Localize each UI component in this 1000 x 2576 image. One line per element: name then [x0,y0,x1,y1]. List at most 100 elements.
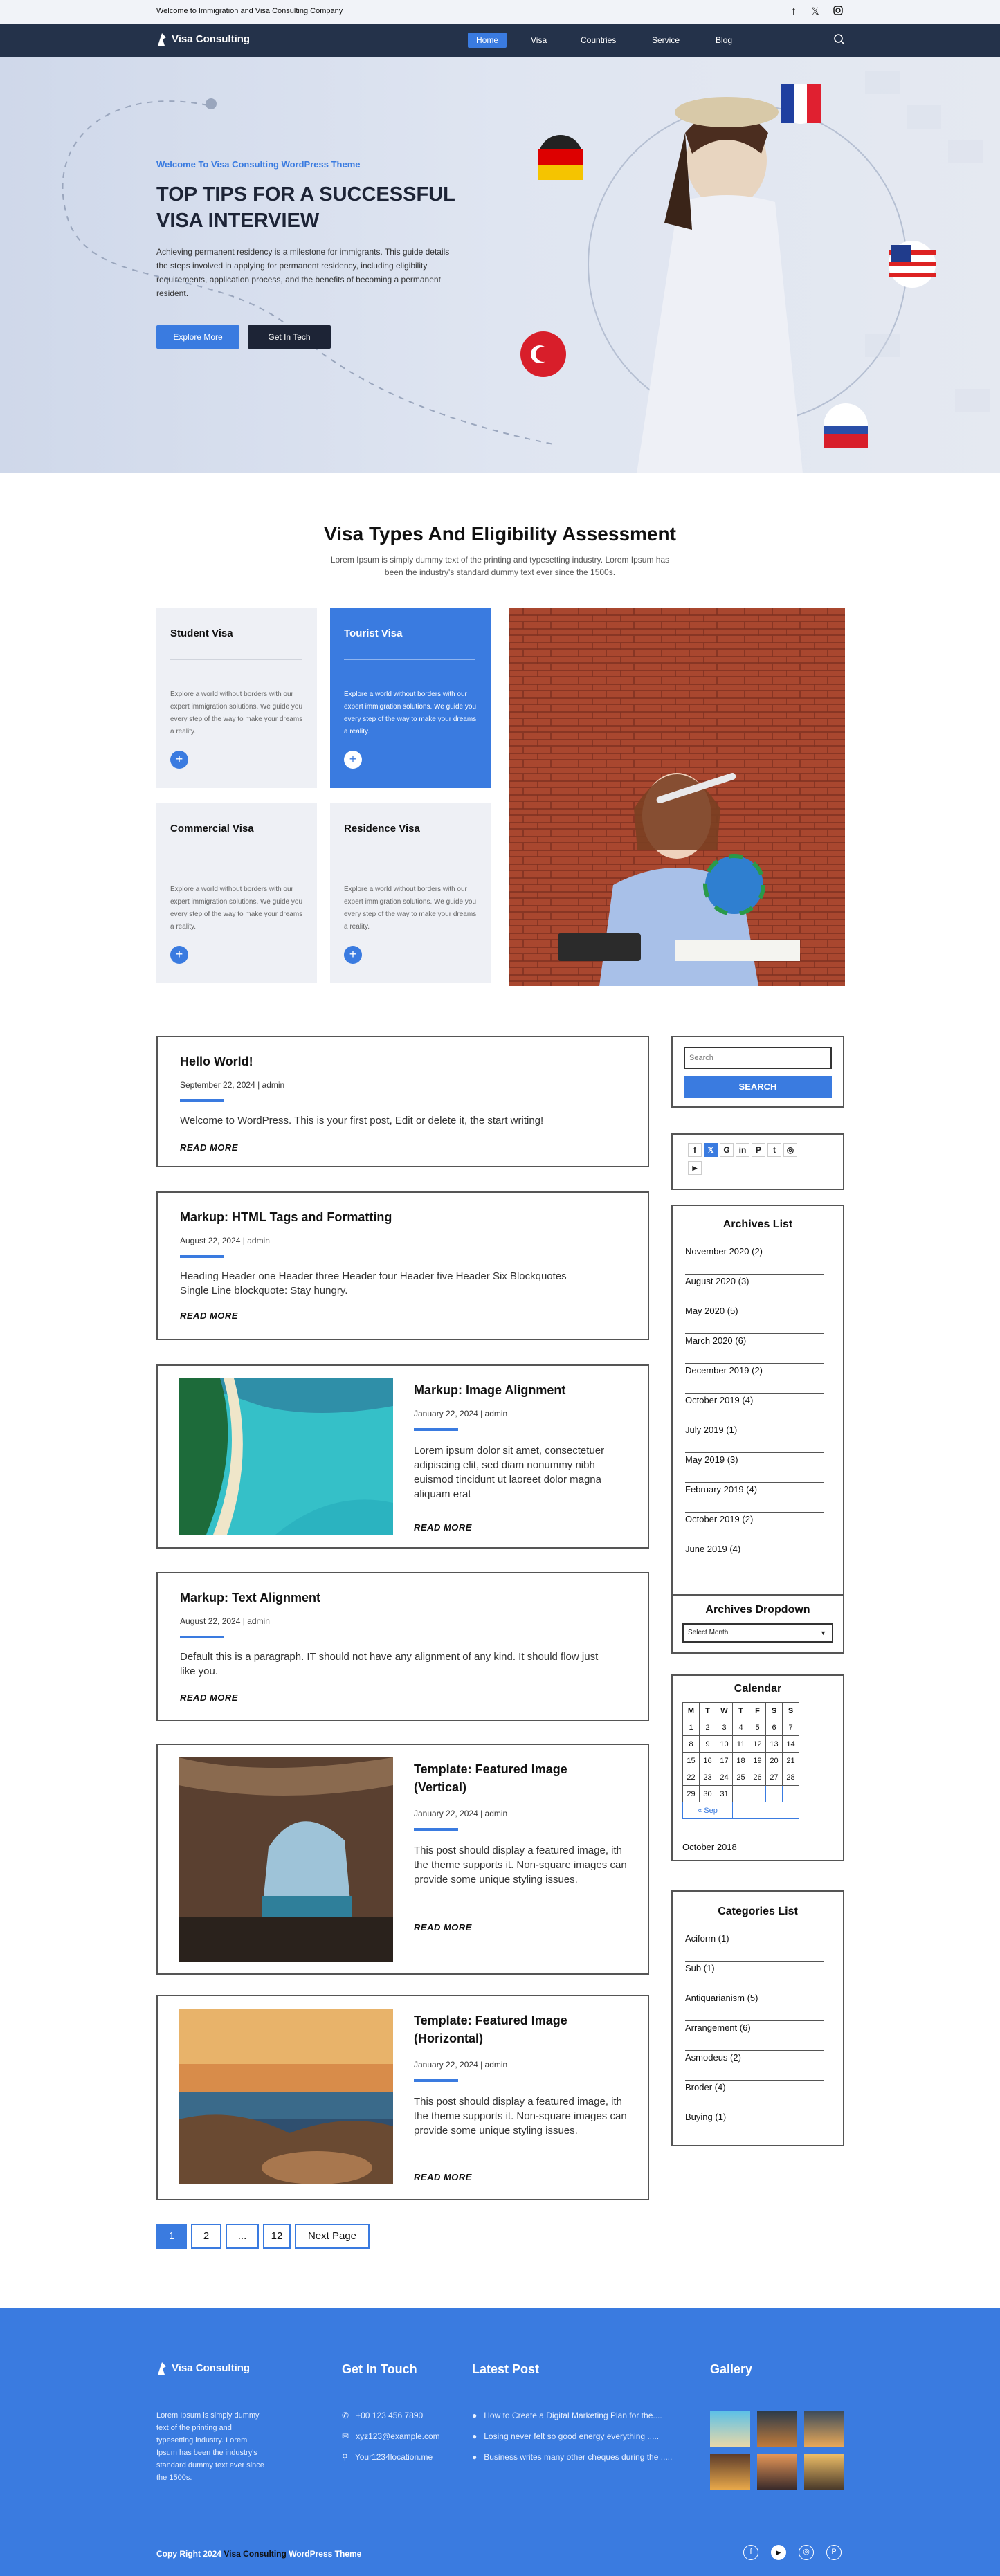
calendar-empty [749,1802,799,1819]
plus-icon[interactable]: + [170,946,188,964]
post-featured-image[interactable] [179,1757,393,1962]
post-card: Markup: Image Alignment January 22, 2024… [156,1364,649,1549]
post-card: Markup: Text Alignment August 22, 2024 |… [156,1572,649,1721]
archive-link[interactable]: July 2019 (1) [685,1423,824,1453]
category-link[interactable]: Sub (1) [685,1962,824,1991]
post-title[interactable]: Template: Featured Image (Vertical) [414,1760,621,1796]
gallery-thumb[interactable] [757,2411,797,2447]
email-text[interactable]: xyz123@example.com [356,2431,440,2441]
x-twitter-icon[interactable]: 𝕏 [704,1143,718,1157]
latest-post-item[interactable]: ● Business writes many other cheques dur… [472,2451,672,2463]
google-icon[interactable]: G [720,1143,734,1157]
read-more-link[interactable]: READ MORE [414,2172,472,2182]
hero-description: Achieving permanent residency is a miles… [156,247,450,298]
archive-link[interactable]: May 2019 (3) [685,1453,824,1483]
archive-link[interactable]: March 2020 (6) [685,1334,824,1364]
category-link[interactable]: Broder (4) [685,2081,824,2110]
gallery-thumb[interactable] [710,2454,750,2490]
read-more-link[interactable]: READ MORE [180,1142,238,1153]
next-page-button[interactable]: Next Page [295,2224,370,2249]
tumblr-icon[interactable]: t [767,1143,781,1157]
pinterest-icon[interactable]: P [826,2545,842,2560]
social-icons: f 𝕏 Gin Pt ◎ ▶ [688,1143,797,1175]
archive-link[interactable]: May 2020 (5) [685,1304,824,1334]
post-featured-image[interactable] [179,2009,393,2184]
instagram-icon[interactable] [833,6,844,17]
search-button[interactable]: SEARCH [684,1076,832,1098]
category-link[interactable]: Antiquarianism (5) [685,1991,824,2021]
facebook-icon[interactable]: f [788,6,799,17]
page-12-button[interactable]: 12 [263,2224,291,2249]
instagram-icon[interactable]: ◎ [783,1143,797,1157]
calendar-date: 30 [699,1785,716,1802]
plus-icon[interactable]: + [344,946,362,964]
pinterest-icon[interactable]: P [752,1143,765,1157]
read-more-link[interactable]: READ MORE [414,1522,472,1533]
read-more-link[interactable]: READ MORE [180,1692,238,1703]
page-1-button[interactable]: 1 [156,2224,187,2249]
visa-card-tourist[interactable]: Tourist Visa Explore a world without bor… [330,608,491,788]
latest-post-link[interactable]: Business writes many other cheques durin… [484,2452,672,2462]
search-icon[interactable] [833,33,846,49]
latest-post-item[interactable]: ● Losing never felt so good energy every… [472,2430,659,2442]
facebook-icon[interactable]: f [688,1143,702,1157]
archive-link[interactable]: December 2019 (2) [685,1364,824,1394]
calendar-date: 29 [682,1785,700,1802]
post-title[interactable]: Markup: Image Alignment [414,1381,565,1399]
archive-link[interactable]: June 2019 (4) [685,1542,824,1572]
month-select[interactable]: Select Month ▼ [682,1623,833,1643]
nav-visa[interactable]: Visa [522,33,555,48]
page-2-button[interactable]: 2 [191,2224,221,2249]
post-title[interactable]: Hello World! [180,1052,253,1070]
site-logo[interactable]: Visa Consulting [156,32,250,47]
latest-post-item[interactable]: ● How to Create a Digital Marketing Plan… [472,2409,662,2422]
read-more-link[interactable]: READ MORE [414,1922,472,1933]
post-title[interactable]: Template: Featured Image (Horizontal) [414,2011,621,2047]
archive-link[interactable]: October 2019 (4) [685,1394,824,1423]
nav-countries[interactable]: Countries [572,33,624,48]
gallery-thumb[interactable] [804,2411,844,2447]
post-title[interactable]: Markup: HTML Tags and Formatting [180,1208,392,1226]
calendar-date: 22 [682,1769,700,1786]
calendar-day-header: F [749,1702,766,1719]
footer-logo[interactable]: Visa Consulting [156,2361,250,2376]
category-link[interactable]: Aciform (1) [685,1932,824,1962]
archive-link[interactable]: August 2020 (3) [685,1275,824,1304]
archive-link[interactable]: February 2019 (4) [685,1483,824,1513]
search-input[interactable] [684,1047,832,1069]
facebook-icon[interactable]: f [743,2545,758,2560]
latest-post-link[interactable]: How to Create a Digital Marketing Plan f… [484,2411,662,2420]
x-twitter-icon[interactable]: 𝕏 [810,6,821,17]
gallery-thumb[interactable] [804,2454,844,2490]
latest-post-link[interactable]: Losing never felt so good energy everyth… [484,2431,659,2441]
categories-widget: Categories List Aciform (1) Sub (1) Anti… [671,1890,844,2146]
plus-icon[interactable]: + [170,751,188,769]
linkedin-icon[interactable]: in [736,1143,749,1157]
read-more-link[interactable]: READ MORE [180,1310,238,1321]
calendar-date: 23 [699,1769,716,1786]
archive-link[interactable]: November 2020 (2) [685,1245,824,1275]
post-featured-image[interactable] [179,1378,393,1535]
plus-icon[interactable]: + [344,751,362,769]
nav-blog[interactable]: Blog [707,33,740,48]
category-link[interactable]: Asmodeus (2) [685,2051,824,2081]
nav-home[interactable]: Home [468,33,507,48]
youtube-icon[interactable]: ▶ [771,2545,786,2560]
explore-more-button[interactable]: Explore More [156,325,239,349]
visa-card-student[interactable]: Student Visa Explore a world without bor… [156,608,317,788]
category-link[interactable]: Arrangement (6) [685,2021,824,2051]
visa-card-commercial[interactable]: Commercial Visa Explore a world without … [156,803,317,983]
gallery-thumb[interactable] [757,2454,797,2490]
category-link[interactable]: Buying (1) [685,2110,824,2140]
instagram-icon[interactable]: ◎ [799,2545,814,2560]
archive-link[interactable]: October 2019 (2) [685,1513,824,1542]
get-in-tech-button[interactable]: Get In Tech [248,325,331,349]
gallery-thumb[interactable] [710,2411,750,2447]
youtube-icon[interactable]: ▶ [688,1161,702,1175]
nav-service[interactable]: Service [644,33,688,48]
post-title[interactable]: Markup: Text Alignment [180,1589,320,1607]
divider [344,659,475,660]
calendar-prev-link[interactable]: « Sep [682,1802,733,1819]
visa-card-residence[interactable]: Residence Visa Explore a world without b… [330,803,491,983]
copyright-brand[interactable]: Visa Consulting [224,2549,286,2559]
